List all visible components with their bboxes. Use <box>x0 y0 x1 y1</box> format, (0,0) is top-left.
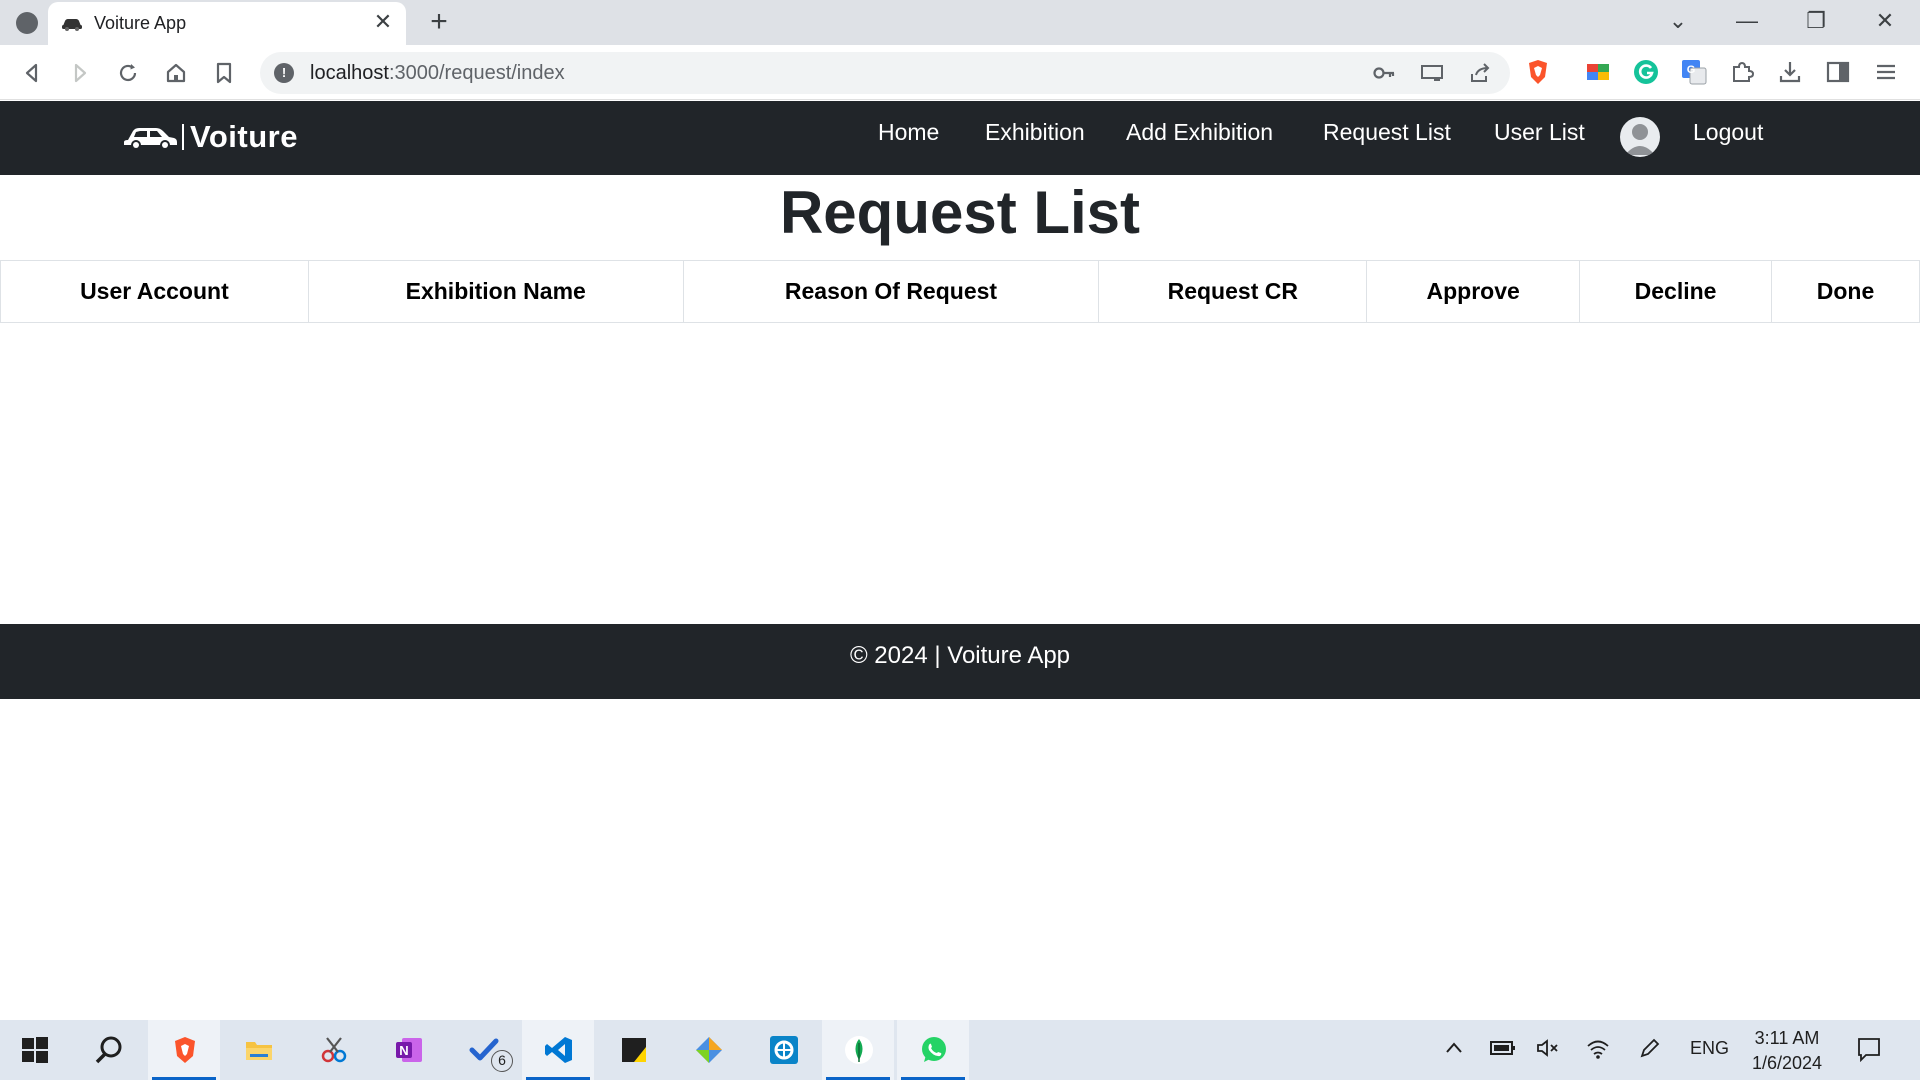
profile-icon[interactable] <box>16 12 38 34</box>
tab-search-icon[interactable]: ⌄ <box>1658 8 1698 34</box>
google-translate-icon[interactable]: G <box>1680 58 1708 86</box>
taskbar-onenote[interactable]: N <box>372 1020 444 1080</box>
car-logo-icon <box>124 128 177 150</box>
taskbar-snagit[interactable] <box>747 1020 819 1080</box>
nav-logout[interactable]: Logout <box>1693 119 1763 146</box>
col-user-account: User Account <box>0 260 309 323</box>
site-navbar: Voiture Home Exhibition Add Exhibition R… <box>0 101 1920 175</box>
brand-logo[interactable]: Voiture <box>122 117 298 157</box>
diamond-app-icon <box>696 1037 722 1063</box>
color-picker-extension-icon[interactable] <box>1584 58 1612 86</box>
request-table: User Account Exhibition Name Reason Of R… <box>0 260 1920 323</box>
sidebar-icon[interactable] <box>1824 58 1852 86</box>
minimize-button[interactable]: — <box>1727 8 1767 34</box>
car-favicon-icon <box>62 19 82 31</box>
site-footer: © 2024 | Voiture App <box>0 624 1920 699</box>
taskbar-brave[interactable] <box>148 1020 220 1080</box>
col-exhibition-name: Exhibition Name <box>307 260 684 323</box>
taskbar-todo[interactable]: 6 <box>447 1020 519 1080</box>
url-path: :3000/request/index <box>388 62 565 84</box>
nav-user-list[interactable]: User List <box>1494 119 1585 146</box>
search-icon <box>95 1036 122 1064</box>
sticky-note-icon <box>622 1038 646 1062</box>
brave-browser-icon <box>175 1037 195 1063</box>
pen-icon[interactable] <box>1638 1038 1660 1060</box>
bookmark-icon[interactable] <box>210 59 238 87</box>
svg-text:N: N <box>399 1043 408 1058</box>
battery-icon[interactable] <box>1490 1038 1516 1058</box>
avatar-icon <box>1625 124 1655 155</box>
nav-request-list[interactable]: Request List <box>1323 119 1451 146</box>
browser-toolbar: ! localhost:3000/request/index G <box>0 45 1920 100</box>
url-text: localhost:3000/request/index <box>310 62 565 85</box>
close-window-button[interactable]: ✕ <box>1865 8 1905 34</box>
windows-logo-icon <box>22 1037 48 1063</box>
start-button[interactable] <box>0 1020 72 1080</box>
onenote-icon: N <box>396 1038 422 1062</box>
back-icon[interactable] <box>18 59 46 87</box>
col-request-cr: Request CR <box>1098 260 1368 323</box>
taskbar-gitkraken[interactable] <box>672 1020 744 1080</box>
footer-text: © 2024 | Voiture App <box>849 642 1071 669</box>
share-icon[interactable] <box>1468 62 1492 84</box>
extensions-puzzle-icon[interactable] <box>1728 58 1756 86</box>
notification-badge: 6 <box>491 1050 513 1072</box>
home-icon[interactable] <box>162 59 190 87</box>
svg-text:G: G <box>1687 64 1696 76</box>
tab-close-icon[interactable]: ✕ <box>370 9 396 35</box>
address-bar[interactable]: ! localhost:3000/request/index <box>260 52 1510 94</box>
vscode-icon <box>545 1037 572 1063</box>
grammarly-icon[interactable] <box>1632 58 1660 86</box>
reload-icon[interactable] <box>114 59 142 87</box>
password-key-icon[interactable] <box>1372 63 1396 83</box>
col-done: Done <box>1771 260 1920 323</box>
site-info-icon[interactable]: ! <box>274 63 294 83</box>
windows-taskbar: N 6 ENG 3:11 AM 1/6/2024 <box>0 1020 1920 1080</box>
browser-tab-bar: Voiture App ✕ + ⌄ — ❐ ✕ <box>0 0 1920 45</box>
browser-tab[interactable]: Voiture App ✕ <box>48 2 406 45</box>
show-hidden-icons-icon[interactable] <box>1444 1038 1464 1058</box>
table-header-row: User Account Exhibition Name Reason Of R… <box>0 260 1920 323</box>
brave-shield-icon[interactable] <box>1524 58 1552 86</box>
notification-center-icon[interactable] <box>1856 1036 1882 1062</box>
new-tab-button[interactable]: + <box>424 5 454 39</box>
input-language[interactable]: ENG <box>1690 1038 1729 1059</box>
user-avatar[interactable] <box>1620 117 1660 157</box>
taskbar-clock[interactable]: 3:11 AM 1/6/2024 <box>1752 1026 1822 1076</box>
forward-icon[interactable] <box>66 59 94 87</box>
scissors-icon <box>321 1037 347 1063</box>
tab-title: Voiture App <box>94 13 187 33</box>
brand-separator <box>182 124 184 150</box>
taskbar-search[interactable] <box>72 1020 144 1080</box>
menu-icon[interactable] <box>1872 58 1900 86</box>
download-icon[interactable] <box>1776 58 1804 86</box>
nav-home[interactable]: Home <box>878 119 939 146</box>
wifi-icon[interactable] <box>1586 1038 1610 1060</box>
circle-app-icon <box>770 1036 798 1064</box>
nav-add-exhibition[interactable]: Add Exhibition <box>1126 119 1273 146</box>
taskbar-vscode[interactable] <box>522 1020 594 1080</box>
leaf-icon <box>845 1036 873 1064</box>
whatsapp-icon <box>922 1037 946 1062</box>
clock-time: 3:11 AM <box>1754 1028 1820 1048</box>
taskbar-sticky-notes[interactable] <box>597 1020 669 1080</box>
volume-muted-icon[interactable] <box>1536 1038 1560 1058</box>
page-title: Request List <box>779 179 1141 246</box>
col-reason-of-request: Reason Of Request <box>682 260 1100 323</box>
clock-date: 1/6/2024 <box>1752 1053 1823 1073</box>
cast-icon[interactable] <box>1420 63 1444 83</box>
restore-button[interactable]: ❐ <box>1796 8 1836 34</box>
url-host: localhost <box>310 62 389 84</box>
taskbar-whatsapp[interactable] <box>897 1020 969 1080</box>
taskbar-snipping-tool[interactable] <box>297 1020 369 1080</box>
col-approve: Approve <box>1366 260 1581 323</box>
folder-icon <box>246 1042 272 1060</box>
taskbar-mongodb-compass[interactable] <box>822 1020 894 1080</box>
col-decline: Decline <box>1579 260 1773 323</box>
brand-name: Voiture <box>190 119 298 154</box>
nav-exhibition[interactable]: Exhibition <box>985 119 1085 146</box>
taskbar-file-explorer[interactable] <box>222 1020 294 1080</box>
